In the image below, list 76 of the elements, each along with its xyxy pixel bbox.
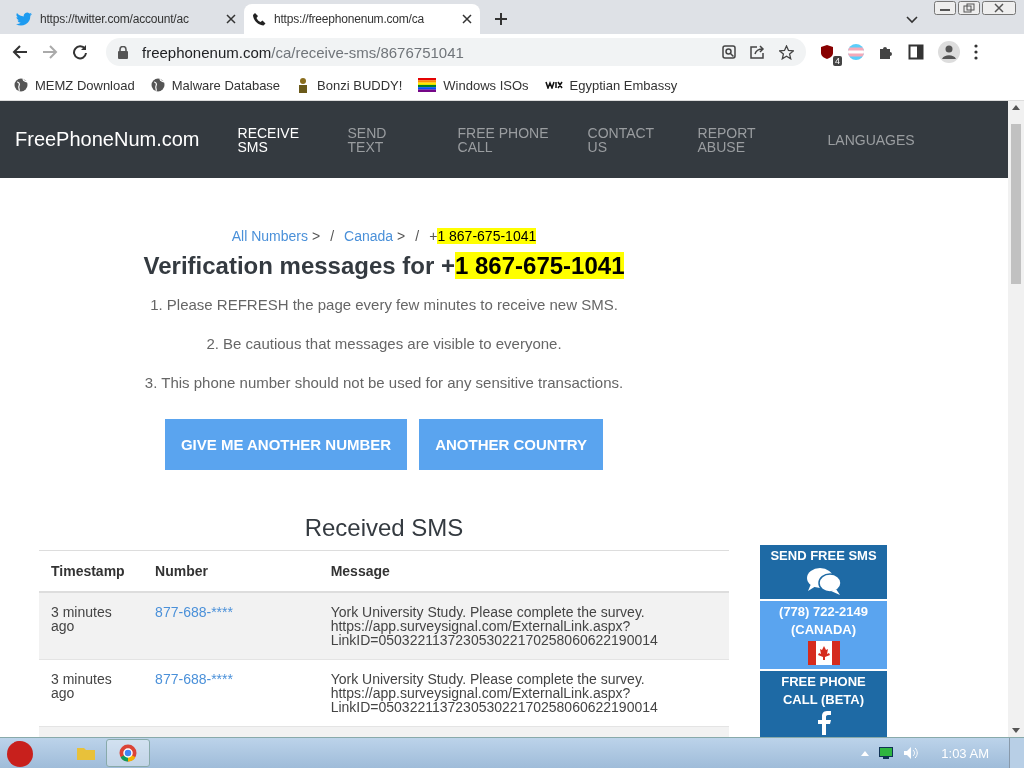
bookmark[interactable]: MEMZ Download <box>14 77 135 93</box>
scrollbar-thumb[interactable] <box>1011 124 1021 284</box>
forward-icon <box>42 44 58 60</box>
restore-icon[interactable] <box>958 1 980 15</box>
instruction-text: 2. Be cautious that messages are visible to everyone. <box>206 335 562 352</box>
reload-icon[interactable] <box>72 44 88 60</box>
browser-tab[interactable]: https://freephonenum.com/ca <box>244 4 480 34</box>
instruction-text: 3. This phone number should not be used for any sensitive transactions. <box>144 374 624 391</box>
chevron-down-icon[interactable] <box>906 16 918 24</box>
close-window-icon[interactable] <box>982 1 1016 15</box>
nav-link[interactable]: FREE PHONE CALL <box>457 125 558 154</box>
minimize-icon[interactable] <box>934 1 956 15</box>
tab-title: https://twitter.com/account/ac <box>40 12 190 26</box>
share-icon[interactable] <box>750 45 765 59</box>
chrome-icon[interactable] <box>119 744 137 762</box>
tab-title: https://freephonenum.com/ca <box>274 12 426 26</box>
star-icon[interactable] <box>779 44 794 60</box>
breadcrumb-separator: > <box>397 228 406 244</box>
breadcrumb-separator: > <box>312 228 321 244</box>
zoom-page-icon[interactable] <box>722 45 736 59</box>
menu-icon[interactable] <box>974 44 978 60</box>
close-icon[interactable] <box>462 14 472 24</box>
site-logo[interactable]: FreePhoneNum.com <box>15 128 200 151</box>
shield-icon[interactable] <box>820 44 834 60</box>
globe-icon <box>150 78 165 92</box>
card-title: SEND FREE SMS <box>770 547 877 565</box>
sidebar-card[interactable]: SEND FREE SMS <box>760 545 887 599</box>
canada-flag-icon <box>807 641 840 665</box>
extension-badge: 4 <box>833 56 842 66</box>
lock-icon <box>118 45 128 59</box>
breadcrumb-separator: / <box>415 228 420 244</box>
number-link[interactable]: 877-688-**** <box>155 671 233 687</box>
timestamp-cell: 3 minutes ago <box>39 592 144 660</box>
side-panel-icon[interactable] <box>908 44 924 60</box>
clock-time: 1:03 AM <box>941 745 989 761</box>
breadcrumb-link[interactable]: All Numbers <box>231 228 308 244</box>
address-bar[interactable]: freephonenum.com/ca/receive-sms/8676751041 <box>106 38 806 66</box>
bird-icon <box>16 12 32 26</box>
back-icon[interactable] <box>12 44 28 60</box>
card-title: FREE PHONE CALL (BETA) <box>780 673 867 709</box>
nav-link[interactable]: SEND TEXT <box>347 125 393 154</box>
page-heading: Verification messages for +1 867-675-1041 <box>143 252 625 280</box>
phone-icon <box>252 12 266 26</box>
section-title: Received SMS <box>304 514 464 542</box>
number-link[interactable]: 877-688-**** <box>155 604 233 620</box>
bookmark[interactable]: Egyptian Embassy <box>544 77 678 93</box>
breadcrumb-separator: / <box>330 228 335 244</box>
nav-link[interactable]: RECEIVE SMS <box>237 125 318 154</box>
nav-link[interactable]: REPORT ABUSE <box>697 125 778 154</box>
sidebar-card[interactable]: FREE PHONE CALL (BETA) <box>760 671 887 737</box>
instruction-text: 1. Please REFRESH the page every few minutes to receive new SMS. <box>150 296 618 313</box>
nav-link[interactable]: LANGUAGES <box>827 132 928 147</box>
scroll-down-icon[interactable] <box>1012 728 1020 733</box>
scroll-up-icon[interactable] <box>1012 105 1020 110</box>
bookmark[interactable]: Malware Database <box>150 77 281 93</box>
url-text: freephonenum.com/ca/receive-sms/8676751041 <box>142 43 464 61</box>
current-number: +1 867-675-1041 <box>429 228 537 244</box>
bookmark[interactable]: Bonzi BUDDY! <box>296 77 403 93</box>
network-icon[interactable] <box>879 747 894 759</box>
profile-icon[interactable] <box>938 41 960 63</box>
bookmark[interactable]: Windows ISOs <box>418 77 529 93</box>
message-cell: York University Study. Please complete the survey. https://app.surveysignal.com/ExternalLink.aspx?LinkID=050322113723053022170258060622190014 <box>318 659 729 727</box>
timestamp-cell: 3 minutes ago <box>39 659 144 727</box>
close-icon[interactable] <box>226 14 236 24</box>
globe-icon <box>14 78 28 92</box>
message-cell: York University Study. Please complete the survey. https://app.surveysignal.com/ExternalLink.aspx?LinkID=050322113723053022170258060622190014 <box>318 592 729 660</box>
new-tab-icon[interactable] <box>494 12 508 26</box>
nav-link[interactable]: CONTACT US <box>587 125 668 154</box>
browser-tab[interactable]: https://twitter.com/account/ac <box>8 4 244 34</box>
rainbow-flag-icon <box>418 78 437 92</box>
chat-bubbles-icon <box>805 567 842 595</box>
breadcrumb-link[interactable]: Canada <box>344 228 394 244</box>
wix-logo-icon <box>544 81 563 89</box>
puzzle-icon[interactable] <box>878 44 894 60</box>
card-title: (778) 722-2149 (CANADA) <box>778 603 869 639</box>
facebook-icon <box>815 711 832 735</box>
